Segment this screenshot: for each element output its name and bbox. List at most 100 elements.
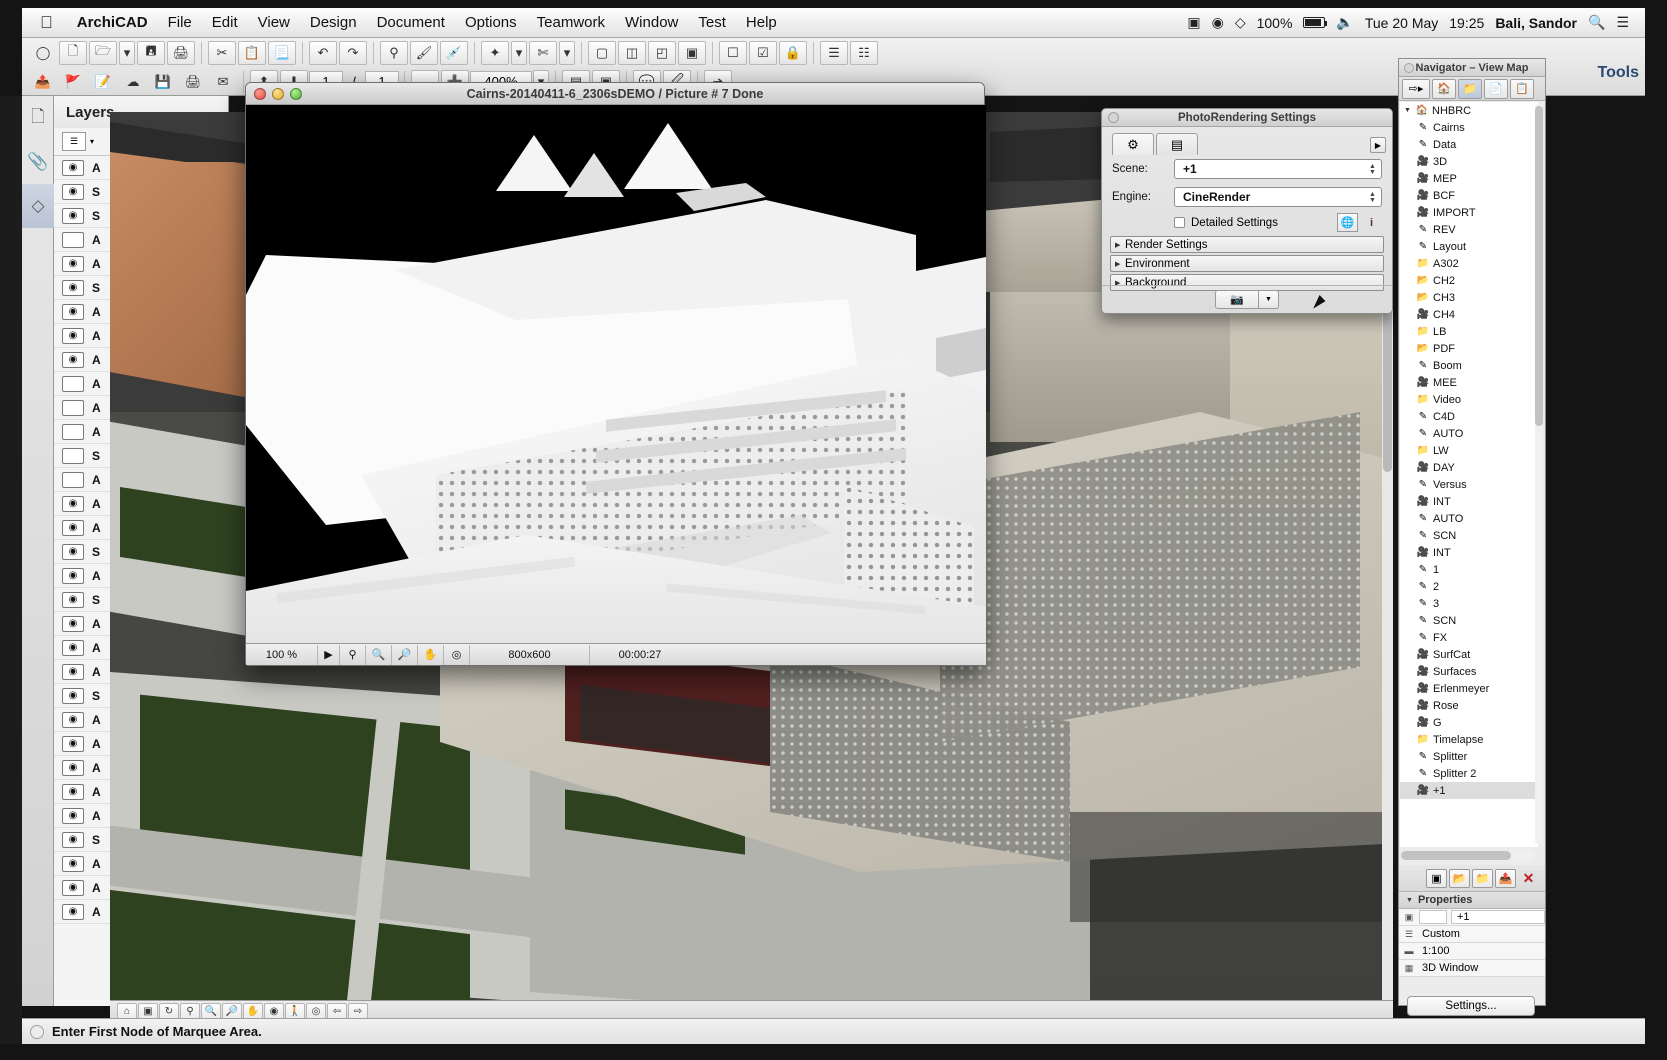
properties-header[interactable]: ▼ Properties bbox=[1399, 891, 1545, 909]
layer-visibility-eye-icon[interactable]: ◉ bbox=[62, 327, 84, 344]
navigator-hscrollbar[interactable] bbox=[1401, 851, 1535, 860]
image-size-icon[interactable]: ▤ bbox=[1156, 133, 1198, 155]
navigator-tree-item[interactable]: ✎ Splitter 2 bbox=[1400, 765, 1538, 782]
property-scale-row[interactable]: ▬ 1:100 bbox=[1399, 943, 1545, 960]
globe-icon[interactable]: 🌐 bbox=[1337, 213, 1358, 232]
hand-pan-icon[interactable]: ✋ bbox=[418, 644, 444, 665]
layer-visibility-eye-icon[interactable]: ◉ bbox=[62, 351, 84, 368]
navigator-tree-item[interactable]: ✎ AUTO bbox=[1400, 510, 1538, 527]
menu-archicad[interactable]: ArchiCAD bbox=[67, 14, 158, 31]
layer-visibility-eye-icon[interactable] bbox=[62, 447, 84, 464]
redo-icon[interactable]: ↷ bbox=[339, 40, 367, 65]
navigator-vscrollbar[interactable] bbox=[1535, 104, 1543, 844]
render-window[interactable]: Cairns-20140411-6_2306sDEMO / Picture # … bbox=[245, 82, 986, 666]
lock-icon[interactable]: 🔒 bbox=[779, 40, 807, 65]
detailed-settings-checkbox[interactable] bbox=[1174, 217, 1185, 228]
apple-icon[interactable]:  bbox=[40, 13, 53, 33]
arrow-right-icon[interactable]: ⇨▸ bbox=[1402, 78, 1430, 99]
find-icon[interactable]: ⚲ bbox=[380, 40, 408, 65]
layer-visibility-eye-icon[interactable]: ◉ bbox=[62, 159, 84, 176]
menu-document[interactable]: Document bbox=[367, 14, 455, 31]
intersect-icon[interactable]: ▣ bbox=[678, 40, 706, 65]
open-dropdown-icon[interactable]: ▾ bbox=[119, 40, 135, 65]
chevron-down-icon[interactable]: ▼ bbox=[1259, 290, 1279, 309]
mail-icon[interactable]: ✉ bbox=[209, 70, 237, 94]
teamwork-send-icon[interactable]: 📤 bbox=[29, 70, 57, 94]
navigator-tree-item[interactable]: ✎ SCN bbox=[1400, 612, 1538, 629]
gear-icon[interactable]: ⚙ bbox=[1112, 133, 1154, 155]
property-name-row[interactable]: ▣ +1 bbox=[1399, 909, 1545, 926]
layer-visibility-eye-icon[interactable]: ◉ bbox=[62, 903, 84, 920]
dropbox-icon[interactable]: ◇ bbox=[1235, 14, 1246, 31]
panel-collapse-icon[interactable] bbox=[1404, 62, 1414, 73]
layer-visibility-eye-icon[interactable]: ◉ bbox=[62, 207, 84, 224]
open-folder-icon[interactable]: 🗁 bbox=[89, 40, 117, 65]
zoom-fit-icon[interactable]: ◎ bbox=[444, 644, 470, 665]
camera-icon[interactable]: 📷 bbox=[1215, 290, 1259, 309]
cursor-icon[interactable]: ◉ bbox=[1212, 14, 1224, 31]
navigator-tree-item[interactable]: 📁 Timelapse bbox=[1400, 731, 1538, 748]
navigator-tree-item[interactable]: 🎥 INT bbox=[1400, 493, 1538, 510]
layer-visibility-eye-icon[interactable]: ◉ bbox=[62, 807, 84, 824]
navigator-tree-item[interactable]: 🎥 MEP bbox=[1400, 170, 1538, 187]
navigator-tree-item[interactable]: 🎥 G bbox=[1400, 714, 1538, 731]
navigator-tree-item[interactable]: 🎥 Surfaces bbox=[1400, 663, 1538, 680]
navigator-tree-item[interactable]: 🎥 INT bbox=[1400, 544, 1538, 561]
layer-visibility-eye-icon[interactable]: ◉ bbox=[62, 567, 84, 584]
layer-visibility-eye-icon[interactable]: ◉ bbox=[62, 759, 84, 776]
layer-visibility-eye-icon[interactable]: ◉ bbox=[62, 591, 84, 608]
script-5-icon[interactable]: ▣ bbox=[1187, 14, 1200, 31]
undo-icon[interactable]: ↶ bbox=[309, 40, 337, 65]
navigator-tree-item[interactable]: ✎ FX bbox=[1400, 629, 1538, 646]
cloud-upload-icon[interactable]: ☁ bbox=[119, 70, 147, 94]
layer-visibility-eye-icon[interactable]: ◉ bbox=[62, 879, 84, 896]
navigator-tree-item[interactable]: ✎ Data bbox=[1400, 136, 1538, 153]
layer-visibility-eye-icon[interactable] bbox=[62, 231, 84, 248]
layer-icon[interactable]: ☰ bbox=[820, 40, 848, 65]
delete-icon[interactable]: ✕ bbox=[1518, 869, 1539, 888]
menu-options[interactable]: Options bbox=[455, 14, 527, 31]
stepper-icon[interactable]: ▲ ▼ bbox=[1367, 190, 1378, 205]
menu-file[interactable]: File bbox=[158, 14, 202, 31]
engine-select[interactable]: CineRender ▲ ▼ bbox=[1174, 187, 1382, 207]
scene-select[interactable]: +1 ▲ ▼ bbox=[1174, 159, 1382, 179]
teamwork-reserve-icon[interactable]: 🚩 bbox=[59, 70, 87, 94]
layout-book-icon[interactable]: 📄 bbox=[1484, 78, 1508, 99]
layer-visibility-eye-icon[interactable]: ◉ bbox=[62, 495, 84, 512]
print-icon[interactable]: 🖨 bbox=[167, 40, 195, 65]
navigator-tree-item[interactable]: 🎥 BCF bbox=[1400, 187, 1538, 204]
ungroup-icon[interactable]: ☑ bbox=[749, 40, 777, 65]
navigator-tree-item[interactable]: 📂 CH3 bbox=[1400, 289, 1538, 306]
chevron-right-icon[interactable]: ▶ bbox=[1370, 137, 1386, 153]
list-icon[interactable]: ☰ bbox=[1616, 14, 1629, 31]
rail-attachment-icon[interactable]: 📎 bbox=[22, 140, 54, 184]
navigator-tree-item[interactable]: 📂 PDF bbox=[1400, 340, 1538, 357]
navigator-tree-item[interactable]: ✎ Layout bbox=[1400, 238, 1538, 255]
layer-visibility-eye-icon[interactable] bbox=[62, 423, 84, 440]
project-map-icon[interactable]: 🏠 bbox=[1432, 78, 1456, 99]
layer-visibility-eye-icon[interactable]: ◉ bbox=[62, 711, 84, 728]
navigator-tree-item[interactable]: ✎ Cairns bbox=[1400, 119, 1538, 136]
navigator-tree-item[interactable]: ✎ 1 bbox=[1400, 561, 1538, 578]
layer-combination-icon[interactable]: ☰ bbox=[62, 132, 86, 151]
navigator-tree-item[interactable]: 🎥 Rose bbox=[1400, 697, 1538, 714]
zoom-plus-minus-icon[interactable]: ⚲ bbox=[340, 644, 366, 665]
display-order-icon[interactable]: ☷ bbox=[850, 40, 878, 65]
eyedropper-icon[interactable]: 🖌 bbox=[410, 40, 438, 65]
navigator-tree-item[interactable]: 📁 LW bbox=[1400, 442, 1538, 459]
chevron-down-icon[interactable]: ▼ bbox=[1406, 897, 1413, 904]
view-name-field[interactable]: +1 bbox=[1451, 910, 1545, 924]
rail-documents-icon[interactable]: 🗋 bbox=[22, 96, 54, 140]
panel-collapse-icon[interactable] bbox=[1108, 112, 1119, 123]
new-document-icon[interactable]: 🗋 bbox=[59, 40, 87, 65]
syringe-icon[interactable]: 💉 bbox=[440, 40, 468, 65]
mark-up-icon[interactable]: 📝 bbox=[89, 70, 117, 94]
navigator-tree-item[interactable]: ✎ 2 bbox=[1400, 578, 1538, 595]
stepper-icon[interactable]: ▲ ▼ bbox=[1367, 162, 1378, 177]
property-window-row[interactable]: ▦ 3D Window bbox=[1399, 960, 1545, 977]
navigator-tree-item[interactable]: ✎ Versus bbox=[1400, 476, 1538, 493]
section-render-settings[interactable]: Render Settings bbox=[1110, 236, 1384, 253]
clone-folder-icon[interactable]: 📂 bbox=[1449, 868, 1470, 888]
navigator-tree-item[interactable]: 🎥 MEE bbox=[1400, 374, 1538, 391]
navigator-tree-item[interactable]: 🎥 CH4 bbox=[1400, 306, 1538, 323]
